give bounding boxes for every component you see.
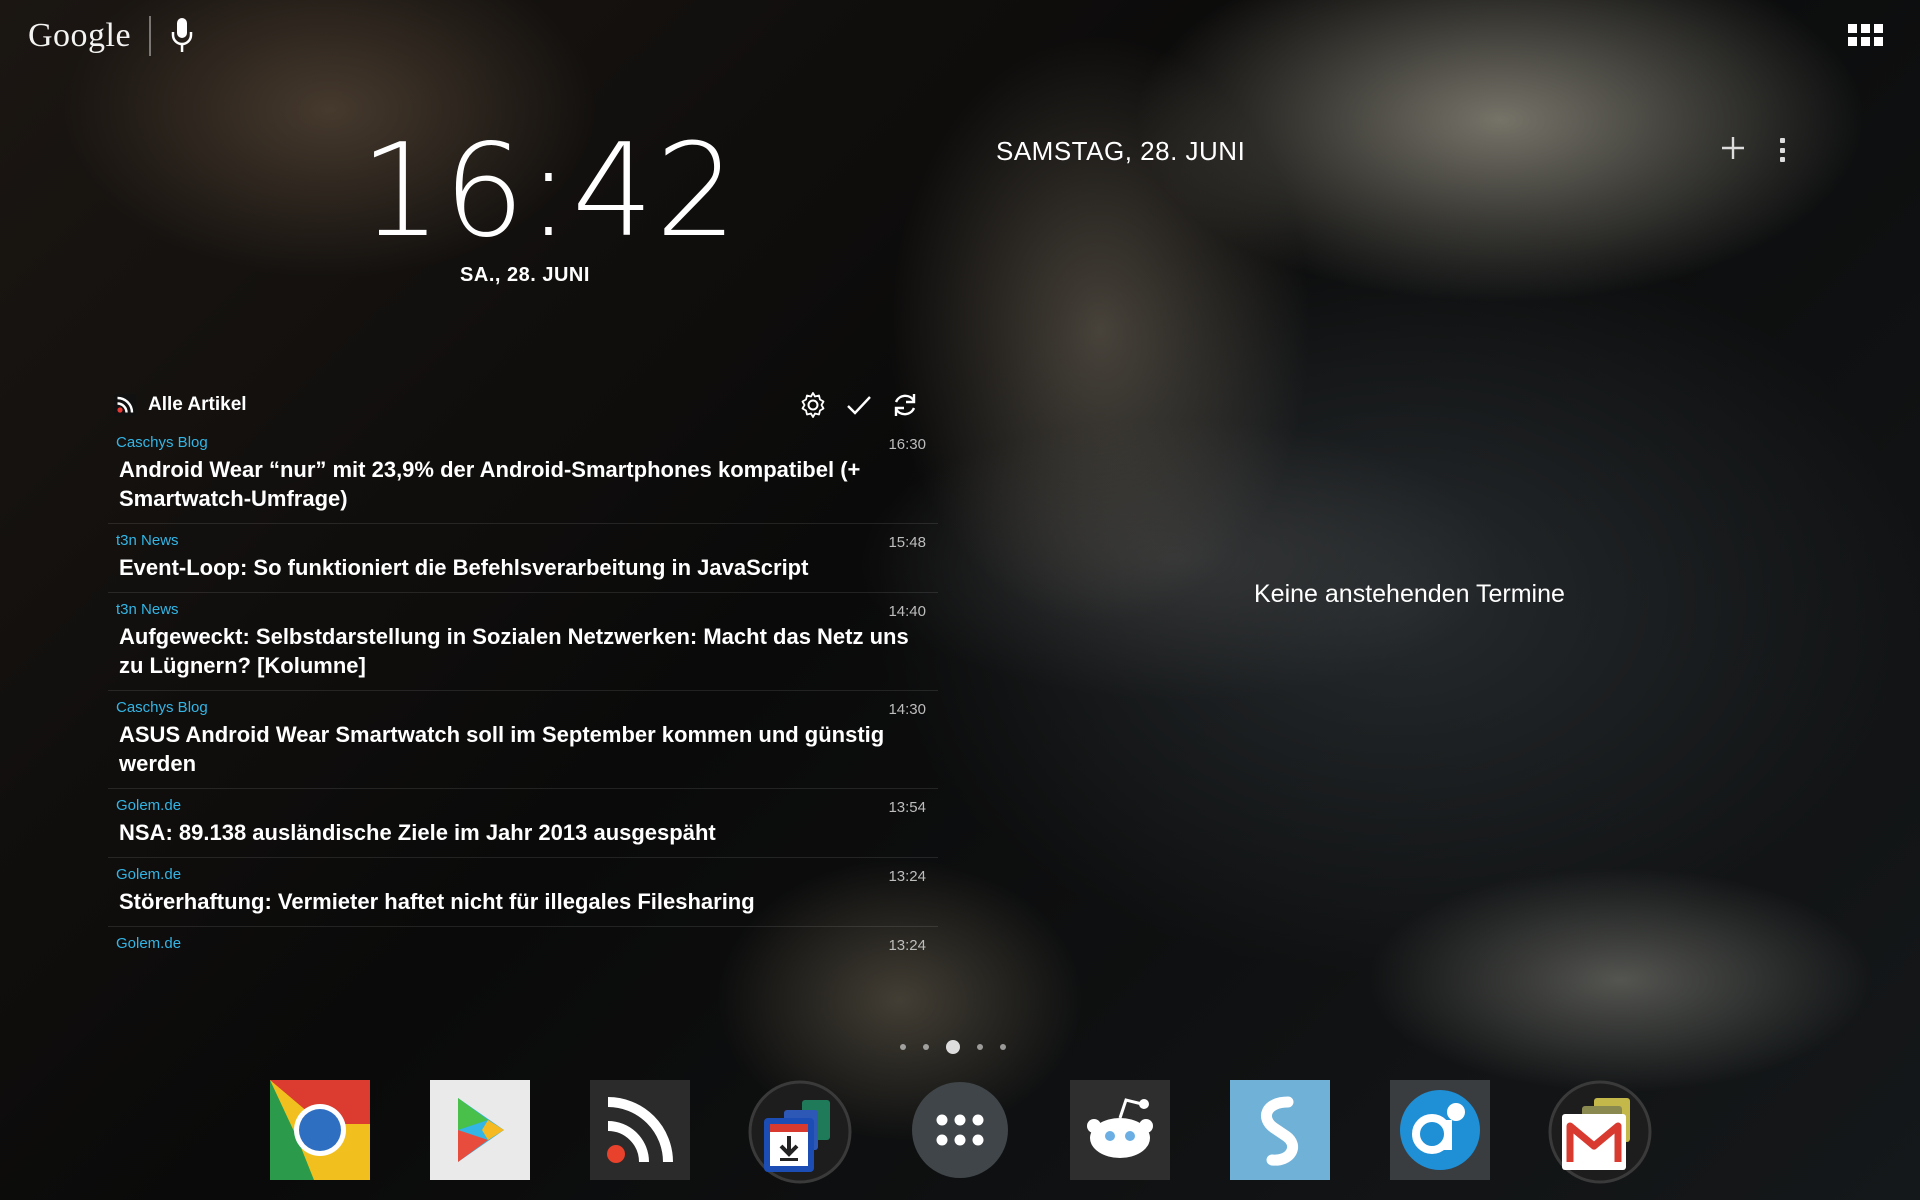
news-headline: Störerhaftung: Vermieter haftet nicht fü…: [119, 889, 755, 914]
news-time: 14:30: [888, 701, 926, 718]
microphone-icon[interactable]: [169, 16, 195, 56]
clock-widget[interactable]: 16:42 SA., 28. JUNI: [360, 117, 739, 287]
news-time: 13:54: [888, 799, 926, 816]
downloads-folder-icon[interactable]: [748, 1080, 852, 1184]
news-time: 14:40: [888, 603, 926, 620]
news-title[interactable]: Alle Artikel: [148, 394, 247, 416]
page-indicator: [900, 1040, 1006, 1054]
more-options-icon[interactable]: [1780, 138, 1786, 162]
page-dot[interactable]: [923, 1044, 929, 1050]
search-divider: [149, 16, 152, 56]
page-dot[interactable]: [1000, 1044, 1006, 1050]
news-item[interactable]: Caschys Blog 14:30 ASUS Android Wear Sma…: [108, 691, 938, 789]
rss-reader-icon[interactable]: [590, 1080, 690, 1180]
chrome-icon[interactable]: [270, 1080, 370, 1180]
news-widget: Alle Artikel Caschys Blog 16:30 Android …: [108, 384, 938, 962]
clock-date: SA., 28. JUNI: [460, 264, 590, 286]
news-time: 13:24: [888, 868, 926, 885]
play-store-icon[interactable]: [430, 1080, 530, 1180]
shazam-icon[interactable]: [1230, 1080, 1330, 1180]
news-item[interactable]: Golem.de 13:24 Störerhaftung: Vermieter …: [108, 858, 938, 927]
news-source: Golem.de: [116, 935, 182, 952]
gmail-folder-icon[interactable]: [1548, 1080, 1652, 1184]
refresh-icon[interactable]: [890, 390, 920, 420]
news-header: Alle Artikel: [108, 384, 938, 426]
airdroid-icon[interactable]: [1390, 1080, 1490, 1180]
news-item[interactable]: Golem.de 13:24: [108, 927, 938, 962]
news-time: 15:48: [888, 534, 926, 551]
news-headline: Event-Loop: So funktioniert die Befehlsv…: [119, 555, 809, 580]
google-search-bar[interactable]: Google: [28, 14, 195, 58]
reddit-icon[interactable]: [1070, 1080, 1170, 1180]
clock-time: 16:42: [360, 117, 739, 266]
news-source: Caschys Blog: [116, 699, 208, 716]
news-headline: Aufgeweckt: Selbstdarstellung in Soziale…: [119, 624, 909, 678]
app-drawer-icon[interactable]: [910, 1080, 1010, 1180]
news-headline: ASUS Android Wear Smartwatch soll im Sep…: [119, 722, 885, 776]
news-source: Caschys Blog: [116, 434, 208, 451]
all-apps-grid-icon[interactable]: [1848, 24, 1884, 48]
page-dot[interactable]: [977, 1044, 983, 1050]
news-time: 16:30: [888, 436, 926, 453]
calendar-date[interactable]: SAMSTAG, 28. JUNI: [996, 136, 1245, 167]
news-source: t3n News: [116, 601, 179, 618]
google-logo[interactable]: Google: [28, 17, 131, 55]
add-event-icon[interactable]: [1720, 135, 1746, 161]
rss-icon: [114, 394, 136, 416]
page-dot[interactable]: [900, 1044, 906, 1050]
news-time: 13:24: [888, 937, 926, 954]
news-headline: NSA: 89.138 ausländische Ziele im Jahr 2…: [119, 820, 716, 845]
news-headline: Android Wear “nur” mit 23,9% der Android…: [119, 457, 861, 511]
calendar-empty-message: Keine anstehenden Termine: [1254, 580, 1565, 608]
news-source: t3n News: [116, 532, 179, 549]
news-source: Golem.de: [116, 797, 182, 814]
news-source: Golem.de: [116, 866, 182, 883]
mark-read-check-icon[interactable]: [844, 390, 874, 420]
dock: [270, 1080, 1652, 1184]
news-item[interactable]: t3n News 15:48 Event-Loop: So funktionie…: [108, 524, 938, 593]
news-item[interactable]: Golem.de 13:54 NSA: 89.138 ausländische …: [108, 789, 938, 858]
news-item[interactable]: t3n News 14:40 Aufgeweckt: Selbstdarstel…: [108, 593, 938, 691]
news-actions: [798, 390, 920, 420]
settings-gear-icon[interactable]: [798, 390, 828, 420]
page-dot-active[interactable]: [946, 1040, 960, 1054]
news-item[interactable]: Caschys Blog 16:30 Android Wear “nur” mi…: [108, 426, 938, 524]
